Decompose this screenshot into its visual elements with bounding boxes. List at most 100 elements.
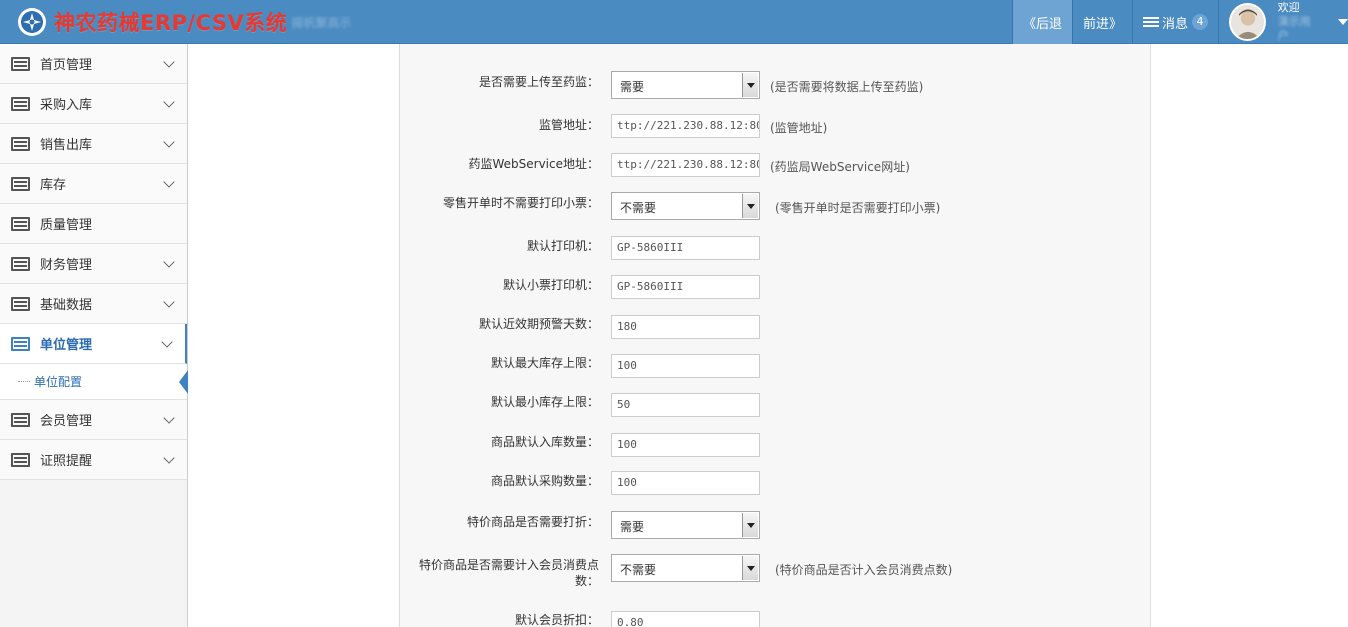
in-qty-input[interactable]: 100 <box>611 433 760 457</box>
sidebar-item-license[interactable]: 证照提醒 <box>0 440 187 480</box>
max-stock-label: 默认最大库存上限： <box>490 356 599 370</box>
messages-badge: 4 <box>1192 14 1208 30</box>
messages-button[interactable]: 消息 4 <box>1131 0 1218 44</box>
retail-print-select[interactable]: 不需要 <box>611 192 760 220</box>
app-subtitle: 揚帆聚高示 <box>291 15 352 30</box>
ws-url-label: 药监WebService地址： <box>468 157 599 171</box>
chevron-down-icon <box>163 296 175 308</box>
chevron-down-icon <box>163 56 175 68</box>
sidebar-item-label: 证照提醒 <box>40 454 93 469</box>
back-button[interactable]: 《后退 <box>1011 0 1072 44</box>
retail-print-select-value: 不需要 <box>620 201 657 215</box>
special-points-label-line2: 数： <box>574 574 599 588</box>
special-points-hint: (特价商品是否计入会员消费点数) <box>775 563 953 577</box>
brand: 神农药械ERP/CSV系统 揚帆聚高示 <box>18 6 351 38</box>
active-pointer-icon <box>179 370 188 394</box>
sidebar-item-label: 基础数据 <box>40 298 93 313</box>
chevron-down-icon <box>163 452 175 464</box>
sidebar-item-quality[interactable]: 质量管理 <box>0 204 187 244</box>
sidebar-item-label: 首页管理 <box>40 58 93 73</box>
upload-select-value: 需要 <box>620 80 645 94</box>
app-title: 神农药械ERP/CSV系统 <box>54 11 288 35</box>
sidebar-item-purchase[interactable]: 采购入库 <box>0 84 187 124</box>
purchase-qty-input[interactable]: 100 <box>611 471 760 495</box>
expiry-days-label: 默认近效期预警天数： <box>478 317 599 331</box>
ticket-printer-label: 默认小票打印机： <box>502 278 599 292</box>
ticket-printer-input[interactable]: GP-5860III <box>611 275 760 299</box>
sidebar-item-member[interactable]: 会员管理 <box>0 400 187 440</box>
sidebar-item-label: 质量管理 <box>40 218 93 233</box>
list-icon <box>11 136 30 151</box>
member-discount-input[interactable]: 0.80 <box>611 611 760 627</box>
list-icon <box>11 96 30 111</box>
sidebar-subitem-unit-config[interactable]: 单位配置 <box>0 364 188 400</box>
special-points-select[interactable]: 不需要 <box>611 554 760 582</box>
sidebar-item-label: 库存 <box>40 178 67 193</box>
list-icon <box>11 452 30 467</box>
min-stock-label: 默认最小库存上限： <box>490 395 599 409</box>
max-stock-input[interactable]: 100 <box>611 354 760 378</box>
special-discount-select[interactable]: 需要 <box>611 511 760 539</box>
retail-print-label: 零售开单时不需要打印小票： <box>442 196 599 210</box>
chevron-down-icon <box>161 336 173 348</box>
retail-print-hint: (零售开单时是否需要打印小票) <box>775 201 941 215</box>
min-stock-input[interactable]: 50 <box>611 393 760 417</box>
member-discount-label: 默认会员折扣： <box>514 613 599 627</box>
sidebar-subitem-label: 单位配置 <box>34 375 83 389</box>
sidebar-item-basic-data[interactable]: 基础数据 <box>0 284 187 324</box>
printer-label: 默认打印机： <box>526 239 599 253</box>
list-icon <box>11 56 30 71</box>
chevron-down-icon <box>163 256 175 268</box>
main-content: 是否需要上传至药监： 需要 (是否需要将数据上传至药监) 监管地址： ttp:/… <box>189 44 1348 627</box>
ws-url-input[interactable]: ttp://221.230.88.12:8086 <box>611 153 760 177</box>
chevron-down-icon <box>163 136 175 148</box>
sidebar-item-unit[interactable]: 单位管理 <box>0 324 187 364</box>
caret-down-icon <box>1338 19 1348 25</box>
upload-select[interactable]: 需要 <box>611 71 760 99</box>
special-points-select-value: 不需要 <box>620 563 657 577</box>
chevron-down-icon <box>742 194 758 218</box>
sidebar-item-finance[interactable]: 财务管理 <box>0 244 187 284</box>
chevron-down-icon <box>163 412 175 424</box>
sidebar-item-home[interactable]: 首页管理 <box>0 44 187 84</box>
forward-button[interactable]: 前进》 <box>1071 0 1132 44</box>
ws-url-hint: (药监局WebService网址) <box>770 160 910 174</box>
special-discount-label: 特价商品是否需要打折： <box>466 515 599 529</box>
welcome-text: 欢迎 <box>1277 1 1300 14</box>
in-qty-label: 商品默认入库数量： <box>490 435 599 449</box>
printer-input[interactable]: GP-5860III <box>611 236 760 260</box>
sidebar-item-label: 采购入库 <box>40 98 93 113</box>
list-icon <box>11 176 30 191</box>
top-bar: 神农药械ERP/CSV系统 揚帆聚高示 《后退 前进》 消息 4 欢迎 演示用户 <box>0 0 1348 44</box>
supervise-url-hint: (监管地址) <box>770 121 828 135</box>
special-discount-select-value: 需要 <box>620 520 645 534</box>
chevron-down-icon <box>742 513 758 537</box>
user-name: 演示用户 <box>1277 15 1311 42</box>
list-icon <box>11 296 30 311</box>
purchase-qty-label: 商品默认采购数量： <box>490 474 599 488</box>
logo-icon <box>18 8 46 36</box>
sidebar-item-sales[interactable]: 销售出库 <box>0 124 187 164</box>
chevron-down-icon <box>742 73 758 97</box>
list-icon <box>11 336 30 351</box>
tree-line <box>18 381 30 382</box>
supervise-url-input[interactable]: ttp://221.230.88.12:8086 <box>611 114 760 138</box>
sidebar-item-label: 会员管理 <box>40 414 93 429</box>
menu-icon <box>1142 15 1159 29</box>
supervise-url-label: 监管地址： <box>538 118 599 132</box>
chevron-down-icon <box>163 96 175 108</box>
messages-label: 消息 <box>1161 16 1188 32</box>
upload-hint: (是否需要将数据上传至药监) <box>770 80 924 94</box>
user-menu[interactable]: 欢迎 演示用户 <box>1218 0 1348 44</box>
chevron-down-icon <box>742 556 758 580</box>
sidebar-item-stock[interactable]: 库存 <box>0 164 187 204</box>
special-points-label: 特价商品是否需要计入会员消费点 数： <box>419 557 599 589</box>
upload-label: 是否需要上传至药监： <box>478 75 599 89</box>
sidebar: 首页管理 采购入库 销售出库 库存 质量管理 财务管理 基础数据 单位管理 单位… <box>0 44 188 627</box>
avatar <box>1229 3 1266 41</box>
special-points-label-line1: 特价商品是否需要计入会员消费点 <box>418 558 599 572</box>
sidebar-item-label: 财务管理 <box>40 258 93 273</box>
list-icon <box>11 412 30 427</box>
list-icon <box>11 216 30 231</box>
expiry-days-input[interactable]: 180 <box>611 315 760 339</box>
